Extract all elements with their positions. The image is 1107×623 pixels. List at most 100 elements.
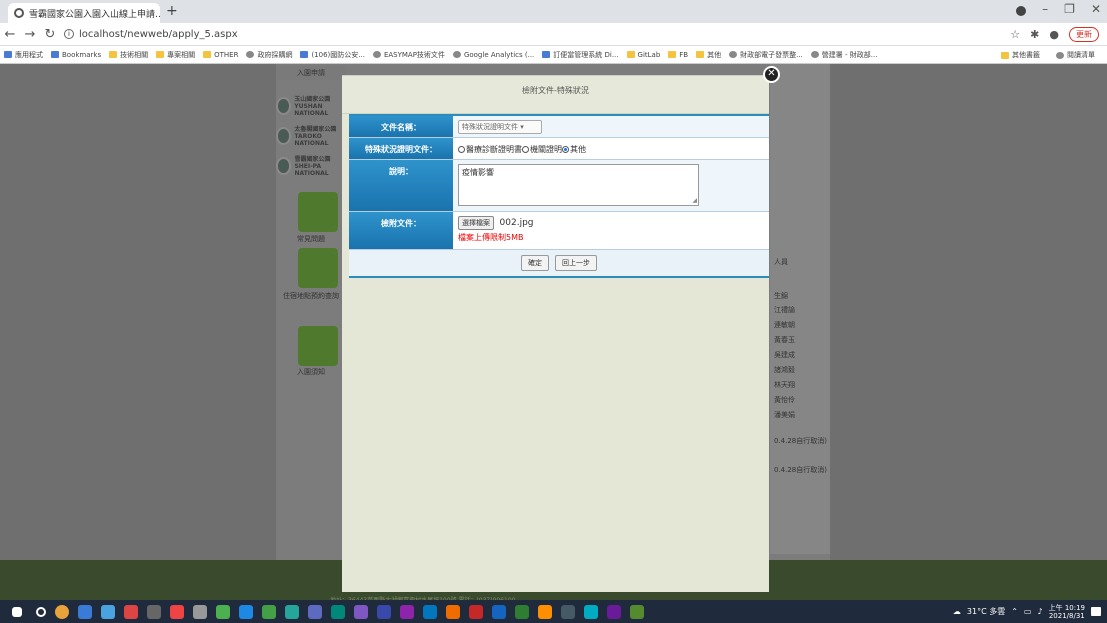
reading-list-icon xyxy=(1056,51,1064,59)
member-item: 生錦 xyxy=(774,292,788,300)
new-tab-button[interactable]: + xyxy=(166,3,178,19)
bookmark-item[interactable]: 營建署 - 財政部... xyxy=(810,50,877,60)
reading-list[interactable]: 閱讀清單 xyxy=(1056,50,1095,60)
tray-arrow-icon[interactable]: ⌃ xyxy=(1011,607,1018,616)
radio-other[interactable] xyxy=(562,145,569,153)
bookmark-item[interactable]: 應用程式 xyxy=(4,50,43,60)
bookmark-item[interactable]: Bookmarks xyxy=(51,51,101,59)
network-icon[interactable]: ▭ xyxy=(1024,607,1032,616)
dialog-close-icon[interactable]: ✕ xyxy=(763,66,780,83)
notification-icon[interactable] xyxy=(1091,607,1101,616)
info-icon[interactable]: i xyxy=(64,29,74,39)
volume-icon[interactable]: ♪ xyxy=(1037,607,1042,616)
faq-icon[interactable] xyxy=(298,192,338,232)
extensions-icon[interactable]: ✱ xyxy=(1030,28,1039,41)
park-emblem-icon xyxy=(276,157,292,175)
bookmark-item[interactable]: (106)國防公安... xyxy=(300,50,365,60)
radio-medical[interactable] xyxy=(458,145,465,153)
app-icon[interactable] xyxy=(561,604,575,619)
edge-icon[interactable] xyxy=(78,604,92,619)
app-icon[interactable] xyxy=(584,604,598,619)
doc-name-select[interactable]: 特殊狀況證明文件 ▾ xyxy=(458,120,542,134)
chrome-icon[interactable] xyxy=(55,604,69,619)
desc-textarea[interactable]: 疫情影響 ◢ xyxy=(458,164,699,206)
park-logo[interactable]: 太魯閣國家公園 TAROKO NATIONAL xyxy=(276,122,346,150)
app-icon[interactable] xyxy=(400,604,414,619)
app-icon[interactable] xyxy=(630,604,644,619)
forward-icon[interactable]: → xyxy=(20,27,40,42)
app-icon[interactable] xyxy=(377,604,391,619)
globe-icon xyxy=(246,51,255,58)
app-icon[interactable] xyxy=(216,604,230,619)
minimize-icon[interactable]: – xyxy=(1042,2,1048,16)
side-label: 常見問題 xyxy=(297,235,325,243)
choose-file-button[interactable]: 選擇檔案 xyxy=(458,216,494,230)
url-text[interactable]: localhost/newweb/apply_5.aspx xyxy=(79,29,238,40)
maximize-icon[interactable]: ❐ xyxy=(1064,2,1075,16)
app-icon[interactable] xyxy=(331,604,345,619)
park-logo[interactable]: 玉山國家公園 YUSHAN NATIONAL xyxy=(276,92,346,120)
star-icon xyxy=(51,51,59,58)
search-icon[interactable] xyxy=(36,606,46,617)
chrome-icon[interactable] xyxy=(538,604,552,619)
file-name: 002.jpg xyxy=(499,218,534,228)
back-button[interactable]: 回上一步 xyxy=(555,255,597,271)
mail-icon[interactable] xyxy=(298,326,338,366)
app-icon[interactable] xyxy=(515,604,529,619)
account-icon[interactable]: ● xyxy=(1049,28,1059,41)
line-icon[interactable] xyxy=(262,604,276,619)
app-icon[interactable] xyxy=(607,604,621,619)
member-item: 連敏朝 xyxy=(774,321,795,329)
park-logo[interactable]: 雪霸國家公園 SHEI-PA NATIONAL xyxy=(276,152,346,180)
visual-studio-icon[interactable] xyxy=(354,604,368,619)
radio-agency[interactable] xyxy=(522,145,529,153)
reload-icon[interactable]: ↻ xyxy=(40,27,60,42)
park-emblem-icon xyxy=(276,127,292,145)
proof-row: 特殊狀況證明文件： 醫療診斷證明書 機關證明 其他 xyxy=(349,138,769,160)
bookmark-item[interactable]: 專案相關 xyxy=(156,50,195,60)
bookmark-item[interactable]: 其他 xyxy=(696,50,721,60)
members-header: 人員 xyxy=(774,258,788,266)
resize-grip-icon[interactable]: ◢ xyxy=(692,197,697,204)
app-icon[interactable] xyxy=(147,604,161,619)
app-icon[interactable] xyxy=(239,604,253,619)
bookmark-item[interactable]: 技術相關 xyxy=(109,50,148,60)
lodging-icon[interactable] xyxy=(298,248,338,288)
url-field[interactable]: i localhost/newweb/apply_5.aspx xyxy=(64,29,238,40)
app-icon[interactable] xyxy=(124,604,138,619)
other-bookmarks[interactable]: 其他書籤 xyxy=(1001,50,1040,60)
app-icon[interactable] xyxy=(308,604,322,619)
desc-row: 說明： 疫情影響 ◢ xyxy=(349,160,769,212)
app-icon[interactable] xyxy=(492,604,506,619)
browser-tab[interactable]: 雪霸國家公園入園入山線上申請… ✕ xyxy=(8,3,160,23)
app-icon[interactable] xyxy=(285,604,299,619)
weather-text[interactable]: 31°C 多雲 xyxy=(967,606,1005,617)
profile-icon[interactable] xyxy=(1016,6,1027,16)
bookmark-item[interactable]: FB xyxy=(668,51,688,59)
bookmark-item[interactable]: 訂便當管理系統 Di... xyxy=(542,50,619,60)
app-icon[interactable] xyxy=(469,604,483,619)
app-icon[interactable] xyxy=(423,604,437,619)
side-label: 入園須知 xyxy=(297,368,325,376)
app-icon[interactable] xyxy=(446,604,460,619)
bookmark-item[interactable]: Google Analytics (... xyxy=(452,51,534,59)
clock[interactable]: 上午 10:19 2021/8/31 xyxy=(1049,604,1085,620)
app-icon[interactable] xyxy=(101,604,115,619)
bookmark-item[interactable]: EASYMAP技術文件 xyxy=(372,50,445,60)
globe-icon xyxy=(372,51,381,58)
bookmark-item[interactable]: 財政部電子發票整... xyxy=(729,50,803,60)
close-window-icon[interactable]: ✕ xyxy=(1091,2,1101,16)
app-icon[interactable] xyxy=(193,604,207,619)
start-icon[interactable] xyxy=(12,606,22,617)
bookmark-item[interactable]: 政府採購網 xyxy=(246,50,292,60)
bookmark-star-icon[interactable]: ☆ xyxy=(1010,28,1020,41)
confirm-button[interactable]: 確定 xyxy=(521,255,549,271)
folder-icon xyxy=(668,51,677,58)
update-button[interactable]: 更新 xyxy=(1069,27,1099,42)
back-icon[interactable]: ← xyxy=(0,27,20,42)
app-icon[interactable] xyxy=(170,604,184,619)
file-size-warning: 檔案上傳限制5MB xyxy=(458,233,524,242)
bookmark-item[interactable]: GitLab xyxy=(626,51,660,59)
member-item: 林天翔 xyxy=(774,381,795,389)
bookmark-item[interactable]: OTHER xyxy=(203,51,238,59)
